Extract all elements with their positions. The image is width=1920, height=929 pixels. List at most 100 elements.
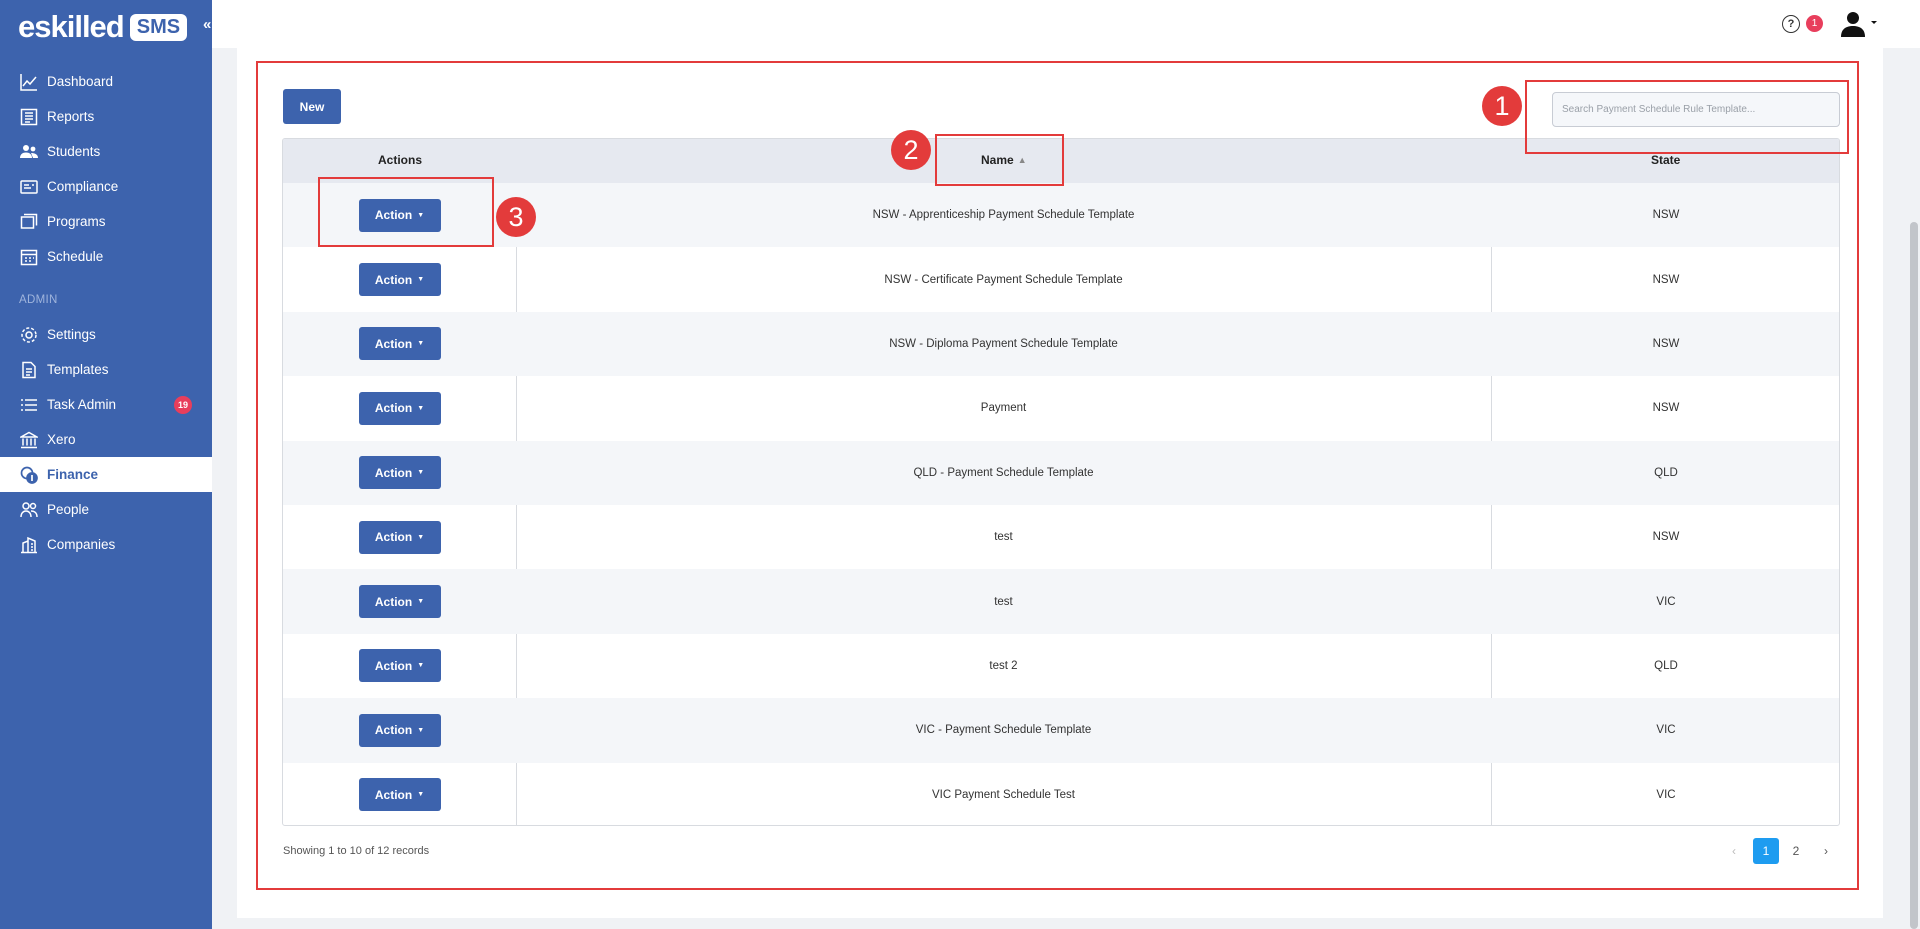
action-label: Action	[374, 465, 413, 480]
sidebar-item-label: Finance	[47, 467, 99, 482]
sidebar-item-label: Settings	[47, 327, 96, 342]
sidebar-item-people[interactable]: People	[0, 492, 212, 527]
sidebar-item-templates[interactable]: Templates	[0, 352, 212, 387]
collapse-sidebar-icon[interactable]: «	[203, 16, 211, 33]
action-label: Action	[374, 787, 413, 802]
sidebar-item-task-admin[interactable]: Task Admin 19	[0, 387, 212, 422]
action-label: Action	[374, 336, 413, 351]
logo-badge: SMS	[129, 13, 188, 41]
column-header-state: State	[1651, 153, 1681, 167]
action-label: Action	[374, 723, 413, 738]
row-state: QLD	[1654, 659, 1678, 672]
row-state: NSW	[1652, 209, 1680, 222]
action-label: Action	[374, 272, 413, 287]
caret-down-icon: ▼	[417, 598, 425, 606]
action-dropdown-button[interactable]: Action ▼	[358, 778, 441, 812]
pagination-page-1[interactable]: 1	[1753, 838, 1779, 864]
sidebar-item-finance[interactable]: Finance	[0, 457, 212, 492]
action-dropdown-button[interactable]: Action ▼	[358, 263, 441, 297]
row-name: NSW - Apprenticeship Payment Schedule Te…	[872, 209, 1135, 222]
action-dropdown-button[interactable]: Action ▼	[358, 456, 441, 490]
sidebar-item-schedule[interactable]: Schedule	[0, 239, 212, 274]
action-dropdown-button[interactable]: Action ▼	[358, 520, 441, 554]
sidebar-item-programs[interactable]: Programs	[0, 204, 212, 239]
sidebar-item-compliance[interactable]: Compliance	[0, 169, 212, 204]
bank-icon	[19, 430, 39, 450]
task-count-badge: 19	[174, 395, 192, 414]
table-row: Action ▼ test VIC	[283, 569, 1839, 634]
caret-down-icon: ▼	[417, 726, 425, 734]
sidebar-item-label: Dashboard	[47, 74, 114, 89]
row-state: NSW	[1652, 273, 1680, 286]
action-dropdown-button[interactable]: Action ▼	[358, 585, 441, 619]
sidebar-item-label: Programs	[47, 214, 106, 229]
table-row: Action ▼ VIC - Payment Schedule Template …	[283, 698, 1839, 763]
action-label: Action	[374, 530, 413, 545]
table-header: Actions Name ▲ State	[283, 139, 1839, 183]
question-circle-icon[interactable]: ?	[1782, 15, 1800, 33]
table-row: Action ▼ VIC Payment Schedule Test VIC	[283, 763, 1839, 825]
annotation-marker-1: 1	[1482, 86, 1522, 126]
search-input[interactable]	[1552, 92, 1840, 127]
action-dropdown-button[interactable]: Action ▼	[358, 391, 441, 425]
row-state: VIC	[1656, 724, 1676, 737]
row-name: NSW - Diploma Payment Schedule Template	[889, 337, 1118, 350]
sidebar-item-reports[interactable]: Reports	[0, 99, 212, 134]
people-icon	[19, 500, 39, 520]
action-dropdown-button[interactable]: Action ▼	[358, 198, 441, 232]
user-menu[interactable]	[1840, 11, 1880, 37]
table-row: Action ▼ QLD - Payment Schedule Template …	[283, 440, 1839, 505]
sidebar-item-label: Students	[47, 144, 101, 159]
pagination-page-2[interactable]: 2	[1783, 838, 1809, 864]
logo[interactable]: eskilled SMS	[18, 9, 188, 44]
column-header-name[interactable]: Name ▲	[981, 153, 1027, 167]
sidebar-item-xero[interactable]: Xero	[0, 422, 212, 457]
pagination-prev[interactable]: ‹	[1722, 838, 1746, 864]
sidebar-nav: Dashboard Reports Students Compliance Pr…	[0, 64, 212, 562]
caret-down-icon: ▼	[417, 340, 425, 348]
sidebar-item-label: Reports	[47, 109, 95, 124]
building-icon	[19, 535, 39, 555]
caret-down-icon: ▼	[417, 404, 425, 412]
action-dropdown-button[interactable]: Action ▼	[358, 713, 441, 747]
row-name: VIC Payment Schedule Test	[932, 788, 1075, 801]
row-state: VIC	[1656, 595, 1676, 608]
user-icon	[1841, 12, 1877, 37]
action-dropdown-button[interactable]: Action ▼	[358, 327, 441, 361]
sidebar-item-settings[interactable]: Settings	[0, 317, 212, 352]
caret-down-icon: ▼	[417, 533, 425, 541]
sidebar-item-label: Compliance	[47, 179, 119, 194]
new-button[interactable]: New	[283, 89, 341, 124]
action-dropdown-button[interactable]: Action ▼	[358, 649, 441, 683]
coins-icon	[19, 465, 39, 485]
row-state: NSW	[1652, 402, 1680, 415]
caret-down-icon: ▼	[417, 211, 425, 219]
caret-down-icon: ▼	[417, 662, 425, 670]
sidebar-item-dashboard[interactable]: Dashboard	[0, 64, 212, 99]
caret-down-icon: ▼	[417, 276, 425, 284]
row-state: VIC	[1656, 788, 1676, 801]
table-row: Action ▼ test 2 QLD	[283, 634, 1839, 698]
sidebar-item-label: Task Admin	[47, 397, 117, 412]
chart-line-icon	[19, 72, 39, 92]
chevron-down-icon	[1871, 21, 1877, 24]
sidebar-item-students[interactable]: Students	[0, 134, 212, 169]
sidebar-item-companies[interactable]: Companies	[0, 527, 212, 562]
caret-down-icon: ▼	[417, 791, 425, 799]
pagination-next[interactable]: ›	[1814, 838, 1838, 864]
sidebar-item-label: Companies	[47, 537, 116, 552]
document-icon	[19, 360, 39, 380]
row-name: Payment	[980, 402, 1027, 415]
table-row: Action ▼ NSW - Certificate Payment Schedu…	[283, 247, 1839, 311]
notification-badge: 1	[1806, 15, 1823, 32]
row-name: test	[994, 531, 1013, 544]
sidebar-item-label: People	[47, 502, 90, 517]
column-header-name-label: Name	[981, 153, 1014, 167]
table-row: Action ▼ test NSW	[283, 505, 1839, 569]
row-state: NSW	[1652, 337, 1680, 350]
templates-table: Actions Name ▲ State Action ▼ NSW - Appre…	[282, 138, 1840, 826]
report-icon	[19, 107, 39, 127]
sidebar-item-label: Schedule	[47, 249, 104, 264]
sidebar-section-admin: ADMIN	[19, 293, 58, 306]
scrollbar-thumb[interactable]	[1910, 222, 1918, 929]
